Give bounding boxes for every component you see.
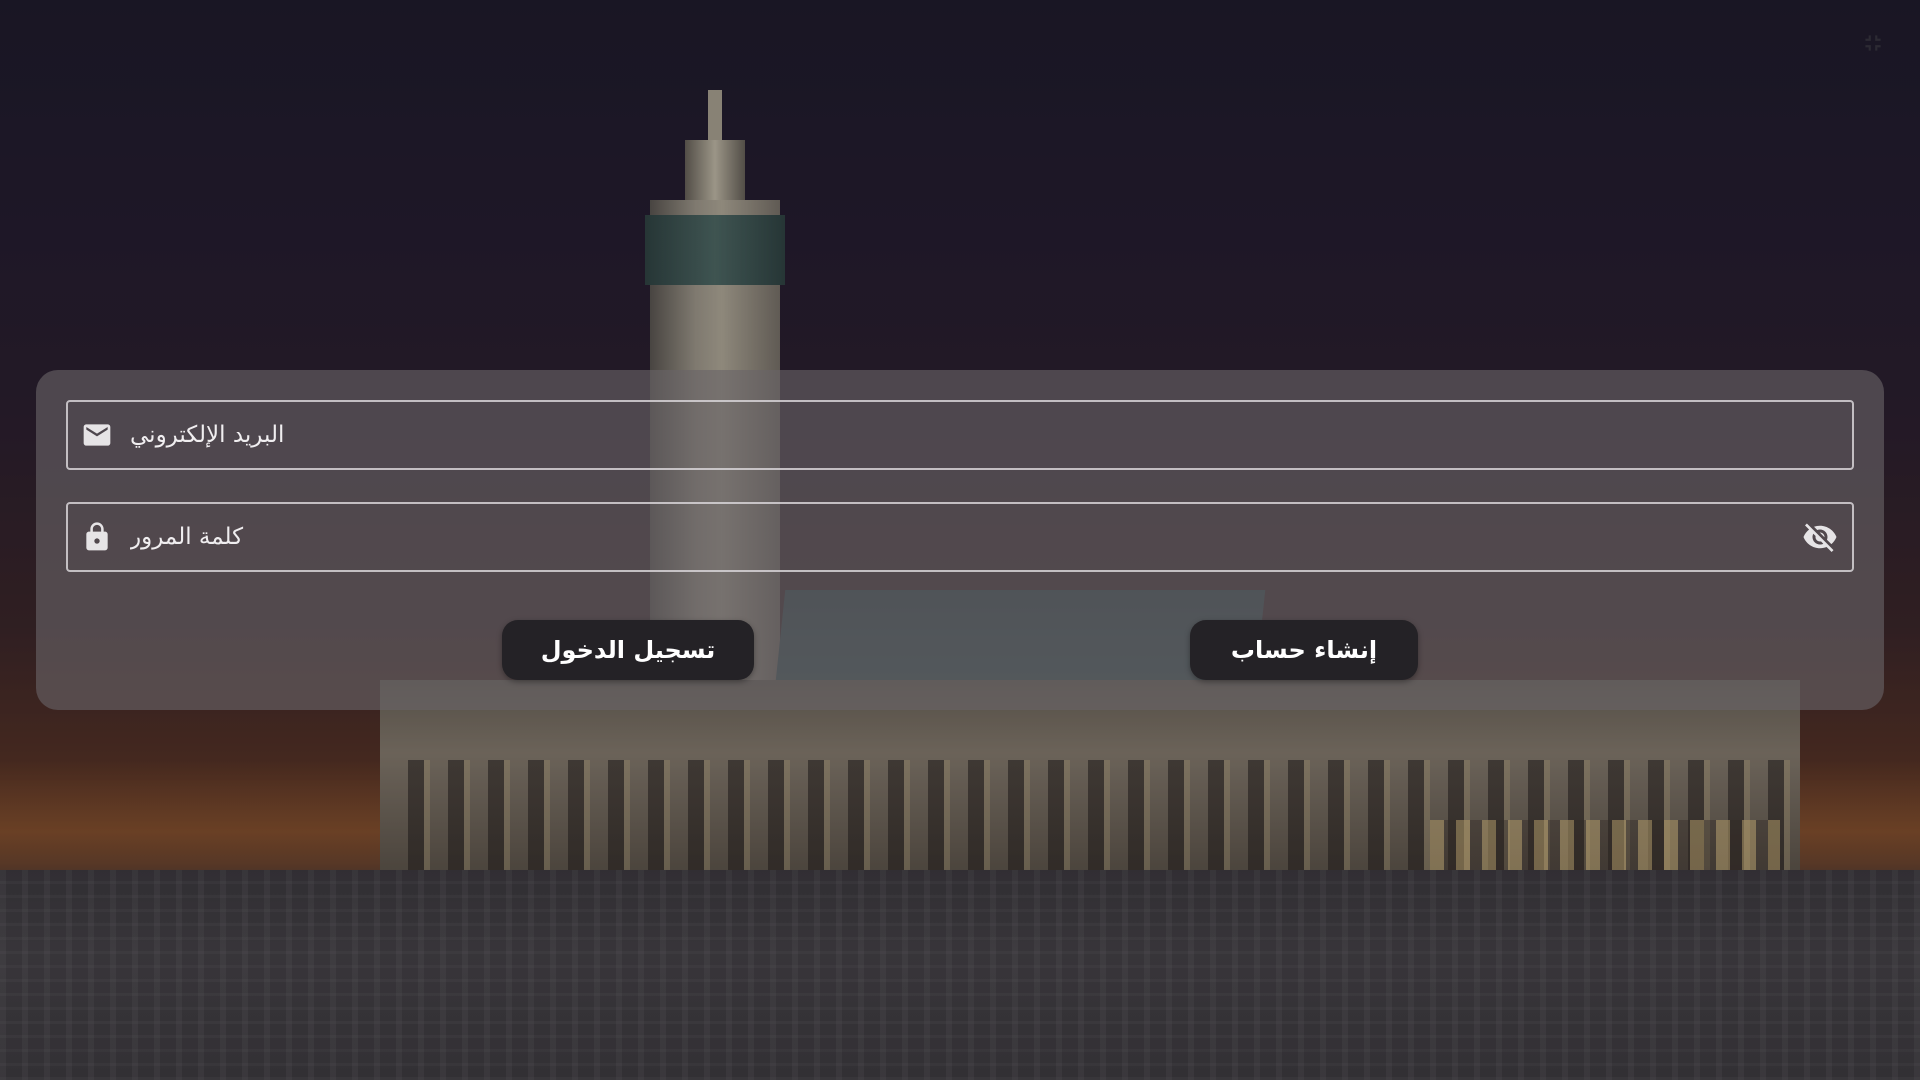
login-button[interactable]: تسجيل الدخول (502, 620, 754, 680)
email-icon (80, 418, 114, 452)
email-field (66, 400, 1854, 470)
login-card: تسجيل الدخول إنشاء حساب (36, 370, 1884, 710)
email-input[interactable] (114, 402, 1852, 468)
lock-icon (80, 520, 114, 554)
visibility-off-icon[interactable] (1800, 517, 1840, 557)
password-input[interactable] (114, 504, 1800, 570)
login-screen: تسجيل الدخول إنشاء حساب (0, 0, 1920, 1080)
password-field (66, 502, 1854, 572)
register-button[interactable]: إنشاء حساب (1190, 620, 1418, 680)
fullscreen-exit-icon[interactable] (1860, 30, 1886, 56)
